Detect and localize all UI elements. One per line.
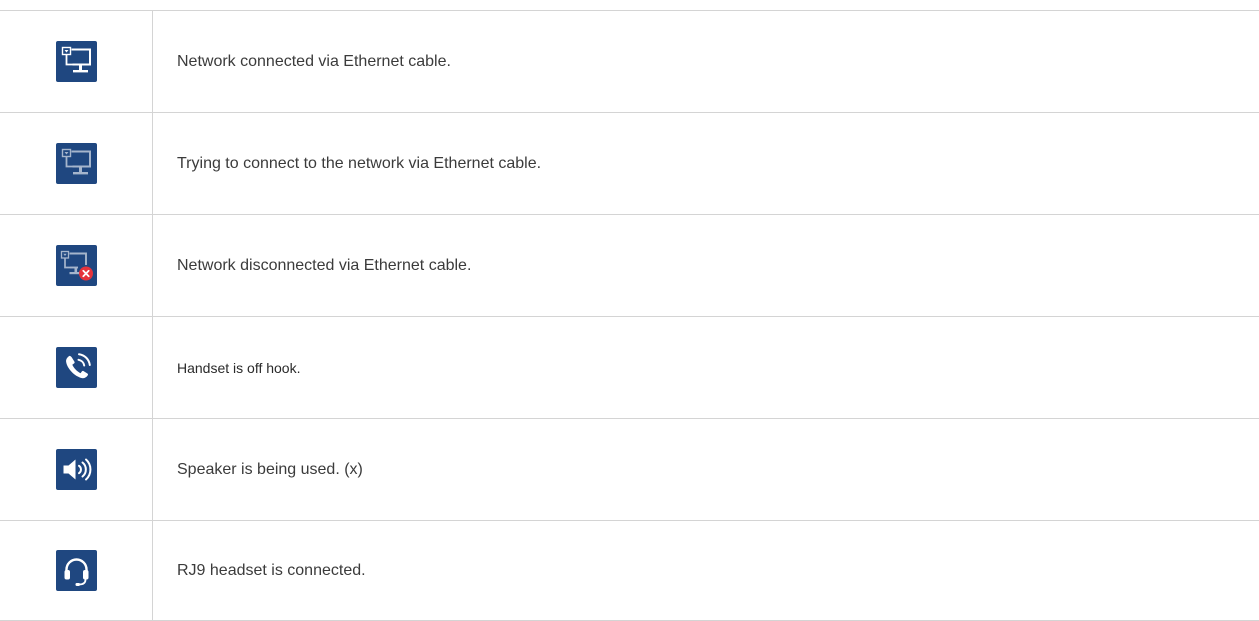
speaker-icon <box>56 449 97 490</box>
table-row: Handset is off hook. <box>0 317 1259 419</box>
ethernet-connecting-icon <box>56 143 97 184</box>
row-description: Speaker is being used. (x) <box>153 419 1259 521</box>
row-description: Trying to connect to the network via Eth… <box>153 113 1259 215</box>
icon-cell <box>0 521 153 621</box>
icon-cell <box>0 113 153 215</box>
ethernet-connected-icon <box>56 41 97 82</box>
table-row: Network connected via Ethernet cable. <box>0 11 1259 113</box>
row-description: RJ9 headset is connected. <box>153 521 1259 621</box>
table-row: RJ9 headset is connected. <box>0 521 1259 621</box>
table-row: Speaker is being used. (x) <box>0 419 1259 521</box>
icon-cell <box>0 317 153 419</box>
row-description: Network disconnected via Ethernet cable. <box>153 215 1259 317</box>
icon-cell <box>0 419 153 521</box>
handset-off-hook-icon <box>56 347 97 388</box>
table-row: Network disconnected via Ethernet cable. <box>0 215 1259 317</box>
headset-icon <box>56 550 97 591</box>
row-description: Network connected via Ethernet cable. <box>153 11 1259 113</box>
status-icon-table: Network connected via Ethernet cable. <box>0 10 1259 621</box>
icon-cell <box>0 215 153 317</box>
row-description: Handset is off hook. <box>153 317 1259 419</box>
table-row: Trying to connect to the network via Eth… <box>0 113 1259 215</box>
icon-cell <box>0 11 153 113</box>
ethernet-disconnected-icon <box>56 245 97 286</box>
